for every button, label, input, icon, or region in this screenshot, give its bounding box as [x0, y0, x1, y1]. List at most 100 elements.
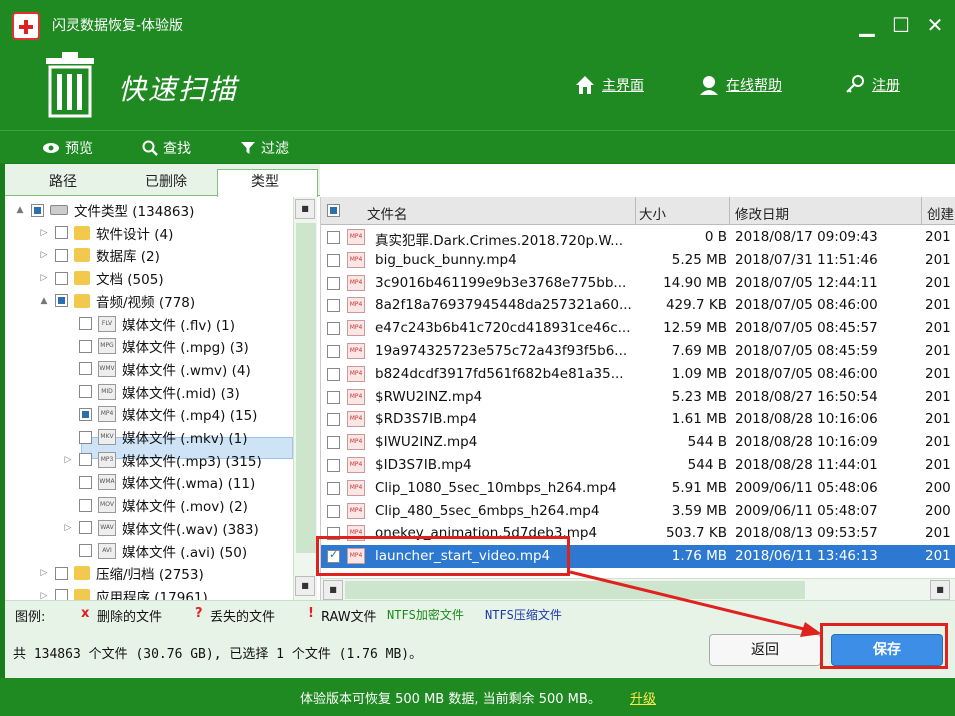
- column-divider[interactable]: [921, 197, 922, 225]
- table-row[interactable]: MP4 e47c243b6b41c720cd418931ce46c... 12.59…: [321, 317, 955, 340]
- column-divider[interactable]: [635, 197, 636, 225]
- tree-item[interactable]: ▷ WAV 媒体文件(.wav) (383): [61, 517, 259, 539]
- table-row[interactable]: MP4 $RWU2INZ.mp4 5.23 MB 2018/08/27 16:50:5…: [321, 386, 955, 409]
- tree-item-checkbox[interactable]: [79, 453, 92, 467]
- tree-item-checkbox[interactable]: [79, 521, 92, 535]
- tree-item[interactable]: FLV 媒体文件 (.flv) (1): [61, 313, 235, 335]
- expand-toggle-icon[interactable]: ▷: [37, 273, 51, 283]
- table-row[interactable]: MP4 $RD3S7IB.mp4 1.61 MB 2018/08/28 10:16:0…: [321, 408, 955, 431]
- expand-toggle-icon[interactable]: ▷: [61, 523, 75, 533]
- expand-toggle-icon[interactable]: ▷: [37, 250, 51, 260]
- table-row[interactable]: MP4 19a974325723e575c72a43f93f5b6... 7.69 …: [321, 340, 955, 363]
- tree-item[interactable]: ▷ 文档 (505): [37, 267, 164, 289]
- scroll-right-icon[interactable]: ■: [930, 580, 950, 600]
- column-size[interactable]: 大小: [639, 203, 666, 223]
- tree-item-checkbox[interactable]: [79, 430, 92, 444]
- tree-item-checkbox[interactable]: [55, 294, 68, 308]
- table-row[interactable]: MP4 $ID3S7IB.mp4 544 B 2018/08/28 11:44:01 2…: [321, 454, 955, 477]
- tree-item-checkbox[interactable]: [55, 248, 68, 262]
- tab-path[interactable]: 路径: [49, 171, 77, 191]
- upgrade-link[interactable]: 升级: [630, 688, 656, 707]
- tree-item[interactable]: ▷ 应用程序 (17961): [37, 585, 208, 600]
- column-name[interactable]: 文件名: [367, 203, 408, 223]
- tree-item[interactable]: WMA 媒体文件(.wma) (11): [61, 471, 255, 493]
- tree-item-checkbox[interactable]: [79, 498, 92, 512]
- expand-toggle-icon[interactable]: ▷: [37, 591, 51, 600]
- tree-item[interactable]: MKV 媒体文件 (.mkv) (1): [61, 426, 248, 448]
- row-checkbox[interactable]: [327, 459, 340, 472]
- tab-type[interactable]: 类型: [251, 171, 279, 191]
- row-checkbox[interactable]: [327, 322, 340, 336]
- tree-item[interactable]: ▷ MP3 媒体文件(.mp3) (315): [61, 449, 262, 471]
- table-row[interactable]: MP4 3c9016b461199e9b3e3768e775bb... 14.90 …: [321, 272, 955, 295]
- table-row[interactable]: MP4 Clip_480_5sec_6mbps_h264.mp4 3.59 MB 20…: [321, 500, 955, 523]
- row-checkbox[interactable]: [327, 367, 340, 381]
- table-row[interactable]: MP4 big_buck_bunny.mp4 5.25 MB 2018/07/31 1…: [321, 249, 955, 272]
- find-button[interactable]: 查找: [142, 138, 191, 158]
- row-checkbox[interactable]: [327, 481, 340, 495]
- row-checkbox[interactable]: [327, 504, 340, 518]
- tree-item[interactable]: ▷ 软件设计 (4): [37, 222, 173, 244]
- expand-toggle-icon[interactable]: ▲: [13, 205, 27, 215]
- tree-scrollbar[interactable]: ■ ■: [293, 197, 317, 600]
- tree-item-checkbox[interactable]: [79, 475, 92, 489]
- table-row[interactable]: MP4 $IWU2INZ.mp4 544 B 2018/08/28 10:16:09 2…: [321, 431, 955, 454]
- tree-item-checkbox[interactable]: [55, 271, 68, 285]
- row-checkbox[interactable]: [327, 413, 340, 427]
- tree-item-checkbox[interactable]: [79, 544, 92, 557]
- row-checkbox[interactable]: [327, 390, 340, 404]
- row-checkbox[interactable]: [327, 253, 340, 267]
- expand-toggle-icon[interactable]: ▷: [61, 455, 75, 465]
- tab-deleted[interactable]: 已删除: [145, 171, 187, 191]
- tree-item-checkbox[interactable]: [79, 362, 92, 376]
- expand-toggle-icon[interactable]: ▷: [37, 568, 51, 578]
- tree-item-checkbox[interactable]: [79, 317, 92, 330]
- tree-item[interactable]: MP4 媒体文件 (.mp4) (15): [61, 403, 257, 425]
- tree-item[interactable]: ▲ 文件类型 (134863): [13, 199, 194, 221]
- tree-item[interactable]: MOV 媒体文件 (.mov) (2): [61, 494, 248, 516]
- tree-item[interactable]: MID 媒体文件(.mid) (3): [61, 381, 240, 403]
- tree-item-checkbox[interactable]: [55, 566, 68, 580]
- table-row[interactable]: MP4 8a2f18a76937945448da257321a60... 429.7…: [321, 294, 955, 317]
- table-row[interactable]: MP4 b824dcdf3917fd561f682b4e81a35... 1.09 …: [321, 363, 955, 386]
- tree-item-checkbox[interactable]: [55, 226, 68, 240]
- back-button[interactable]: 返回: [709, 634, 821, 666]
- tree-item-checkbox[interactable]: [31, 203, 44, 217]
- tree-item-checkbox[interactable]: [79, 339, 92, 353]
- filter-button[interactable]: 过滤: [240, 138, 289, 158]
- column-divider[interactable]: [729, 197, 730, 225]
- table-row[interactable]: MP4 真实犯罪.Dark.Crimes.2018.720p.W... 0 B 201…: [321, 226, 955, 249]
- register-link[interactable]: 注册: [844, 74, 900, 96]
- maximize-button[interactable]: ☐: [886, 10, 916, 40]
- column-modified[interactable]: 修改日期: [735, 203, 789, 223]
- expand-toggle-icon[interactable]: ▷: [37, 228, 51, 238]
- table-row[interactable]: MP4 Clip_1080_5sec_10mbps_h264.mp4 5.91 MB…: [321, 477, 955, 500]
- close-button[interactable]: ✕: [920, 10, 950, 40]
- column-created[interactable]: 创建: [927, 203, 954, 223]
- minimize-button[interactable]: ▁: [852, 10, 882, 40]
- tree-item[interactable]: WMV 媒体文件 (.wmv) (4): [61, 358, 251, 380]
- tree-item-checkbox[interactable]: [79, 385, 92, 399]
- scroll-down-icon[interactable]: ■: [295, 576, 315, 596]
- tree-scroll-thumb[interactable]: [296, 223, 316, 553]
- select-all-checkbox[interactable]: [327, 204, 340, 217]
- tree-item[interactable]: ▲ 音频/视频 (778): [37, 290, 195, 312]
- row-checkbox[interactable]: [327, 436, 340, 450]
- tree-item-checkbox[interactable]: [79, 407, 92, 421]
- expand-toggle-icon[interactable]: ▲: [37, 296, 51, 306]
- list-horizontal-scrollbar[interactable]: ■ ■: [321, 578, 955, 600]
- scroll-up-icon[interactable]: ■: [295, 199, 315, 219]
- row-checkbox[interactable]: [327, 231, 340, 244]
- online-help-link[interactable]: 在线帮助: [698, 74, 782, 96]
- tree-item[interactable]: ▷ 压缩/归档 (2753): [37, 562, 204, 584]
- tree-item[interactable]: MPG 媒体文件 (.mpg) (3): [61, 335, 249, 357]
- row-checkbox[interactable]: [327, 345, 340, 358]
- tree-item-checkbox[interactable]: [55, 589, 68, 600]
- home-link[interactable]: 主界面: [574, 74, 644, 96]
- list-scroll-thumb[interactable]: [345, 581, 805, 599]
- tree-item[interactable]: AVI 媒体文件 (.avi) (50): [61, 540, 247, 562]
- row-checkbox[interactable]: [327, 299, 340, 313]
- tree-item[interactable]: ▷ 数据库 (2): [37, 244, 160, 266]
- preview-button[interactable]: 预览: [42, 138, 93, 158]
- row-checkbox[interactable]: [327, 276, 340, 290]
